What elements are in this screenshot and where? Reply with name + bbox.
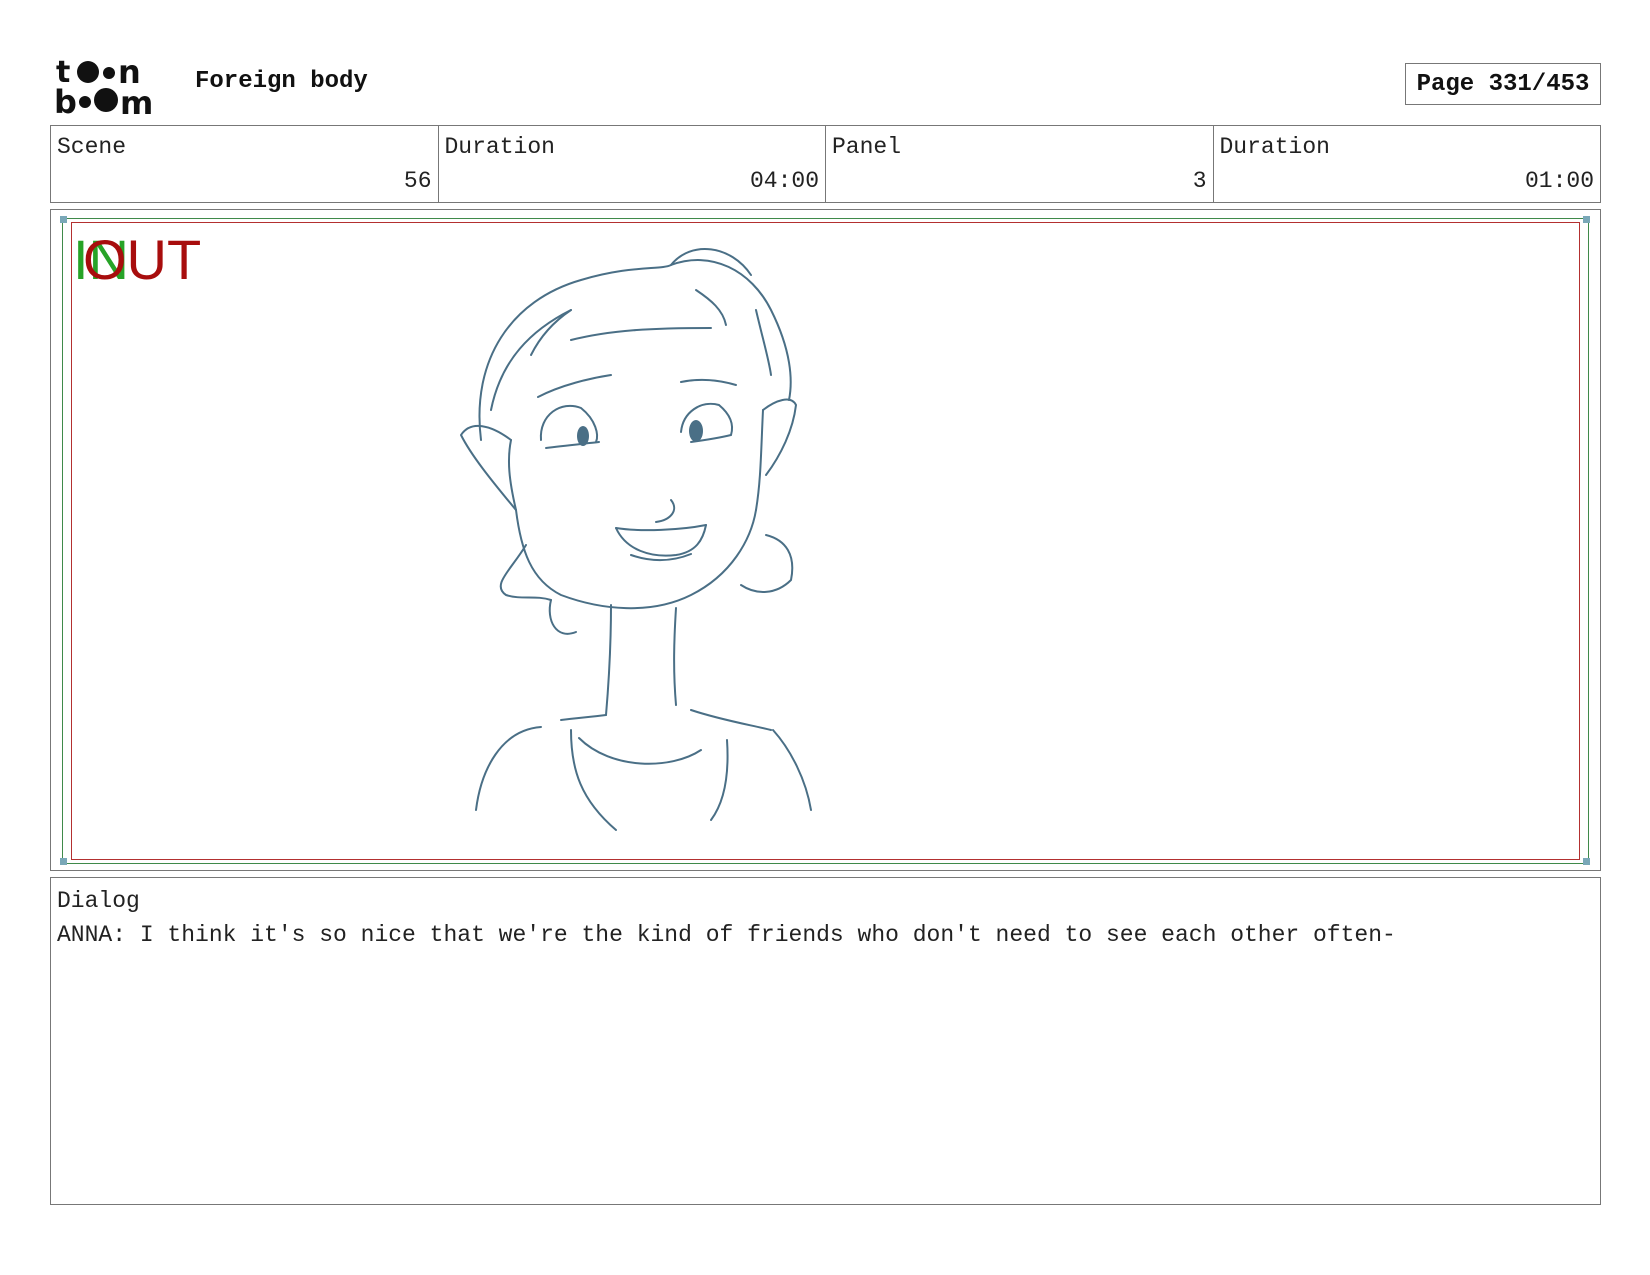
- svg-text:b: b: [54, 83, 77, 116]
- dialog-text: ANNA: I think it's so nice that we're th…: [57, 922, 1396, 948]
- panel-duration-label: Duration: [1219, 134, 1330, 160]
- scene-cell: Scene 56: [51, 126, 439, 202]
- panel-label: Panel: [832, 134, 902, 160]
- scene-duration-value: 04:00: [749, 168, 819, 194]
- toon-boom-logo: t n b m: [54, 54, 153, 116]
- dialog-box: Dialog ANNA: I think it's so nice that w…: [50, 877, 1601, 1205]
- panel-value: 3: [1192, 168, 1207, 194]
- dialog-label: Dialog: [57, 888, 140, 914]
- project-title: Foreign body: [195, 68, 368, 95]
- scene-duration-cell: Duration 04:00: [439, 126, 826, 202]
- storyboard-panel: IN OUT: [50, 209, 1601, 871]
- scene-value: 56: [403, 168, 432, 194]
- svg-text:m: m: [120, 84, 153, 116]
- scene-duration-label: Duration: [444, 134, 555, 160]
- scene-label: Scene: [57, 134, 127, 160]
- panel-duration-value: 01:00: [1524, 168, 1594, 194]
- panel-duration-cell: Duration 01:00: [1214, 126, 1601, 202]
- page-number: Page 331/453: [1405, 63, 1601, 105]
- info-row: Scene 56 Duration 04:00 Panel 3 Duration…: [50, 125, 1601, 203]
- panel-cell: Panel 3: [826, 126, 1214, 202]
- character-sketch: [460, 248, 812, 831]
